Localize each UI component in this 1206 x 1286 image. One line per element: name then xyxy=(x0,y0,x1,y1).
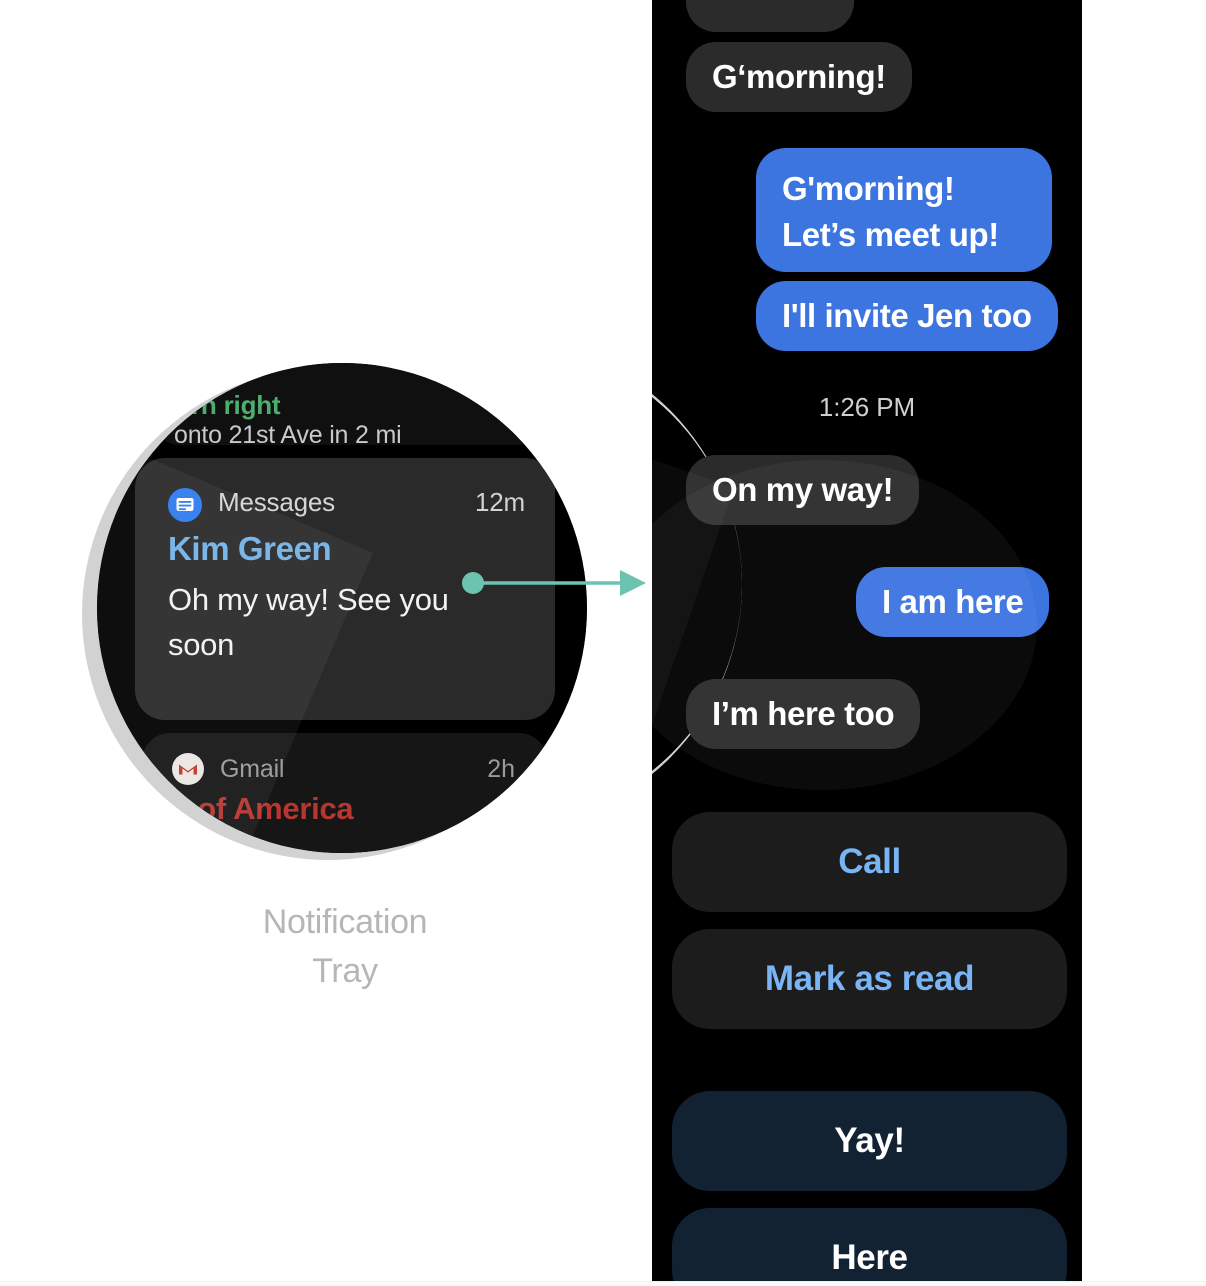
message-bubble-incoming-here-too[interactable]: I’m here too xyxy=(686,679,921,749)
notification-tray-list[interactable]: rn right onto 21st Ave in 2 mi Messages … xyxy=(97,363,587,853)
notification-card-messages[interactable]: Messages 12m Kim Green Oh my way! See yo… xyxy=(135,458,555,720)
notification-message-preview: Oh my way! See you soon xyxy=(168,582,449,662)
quick-reply-button-yay[interactable]: Yay! xyxy=(672,1091,1067,1191)
message-bubble-outgoing-i-am-here[interactable]: I am here xyxy=(856,567,1050,637)
navigation-direction-text: rn right xyxy=(191,390,281,420)
caption-line-2: Tray xyxy=(312,952,378,990)
bottom-divider xyxy=(0,1281,1206,1286)
message-bubble-outgoing-meet-up[interactable]: G'morning! Let’s meet up! xyxy=(756,148,1052,272)
watch-body: rn right onto 21st Ave in 2 mi Messages … xyxy=(97,363,587,853)
caption-line-1: Notification xyxy=(262,903,428,941)
quick-reply-button-here[interactable]: Here xyxy=(672,1208,1067,1286)
gmail-subject-text: k of America xyxy=(172,791,354,826)
message-bubble-clipped[interactable] xyxy=(686,0,854,32)
gmail-app-name: Gmail xyxy=(220,755,285,783)
notification-card-gmail[interactable]: Gmail 2h k of America xyxy=(142,733,547,853)
gmail-timestamp: 2h xyxy=(487,755,515,783)
navigation-detail-text: onto 21st Ave in 2 mi xyxy=(174,421,402,449)
watch-screen: rn right onto 21st Ave in 2 mi Messages … xyxy=(97,363,587,853)
notification-sender-name: Kim Green xyxy=(168,530,332,567)
notification-tray-illustration: rn right onto 21st Ave in 2 mi Messages … xyxy=(0,0,650,1286)
message-detail-panel: G‘morning! G'morning! Let’s meet up! I'l… xyxy=(652,0,1082,1286)
messages-chat-icon xyxy=(168,488,202,522)
notification-timestamp: 12m xyxy=(475,487,525,517)
action-button-call[interactable]: Call xyxy=(672,812,1067,912)
notification-header: Messages 12m xyxy=(168,486,525,522)
illustration-caption: Notification Tray xyxy=(0,898,690,996)
gmail-icon xyxy=(172,753,204,785)
message-bubble-incoming-gmorning[interactable]: G‘morning! xyxy=(686,42,912,112)
conversation-thread[interactable]: G‘morning! G'morning! Let’s meet up! I'l… xyxy=(652,0,1082,1286)
message-bubble-outgoing-invite-jen[interactable]: I'll invite Jen too xyxy=(756,281,1058,351)
notification-app-name: Messages xyxy=(218,487,335,517)
action-button-mark-as-read[interactable]: Mark as read xyxy=(672,929,1067,1029)
conversation-timestamp: 1:26 PM xyxy=(818,392,916,422)
message-bubble-incoming-on-my-way[interactable]: On my way! xyxy=(686,455,920,525)
notification-card-navigation[interactable]: rn right onto 21st Ave in 2 mi xyxy=(152,363,548,449)
